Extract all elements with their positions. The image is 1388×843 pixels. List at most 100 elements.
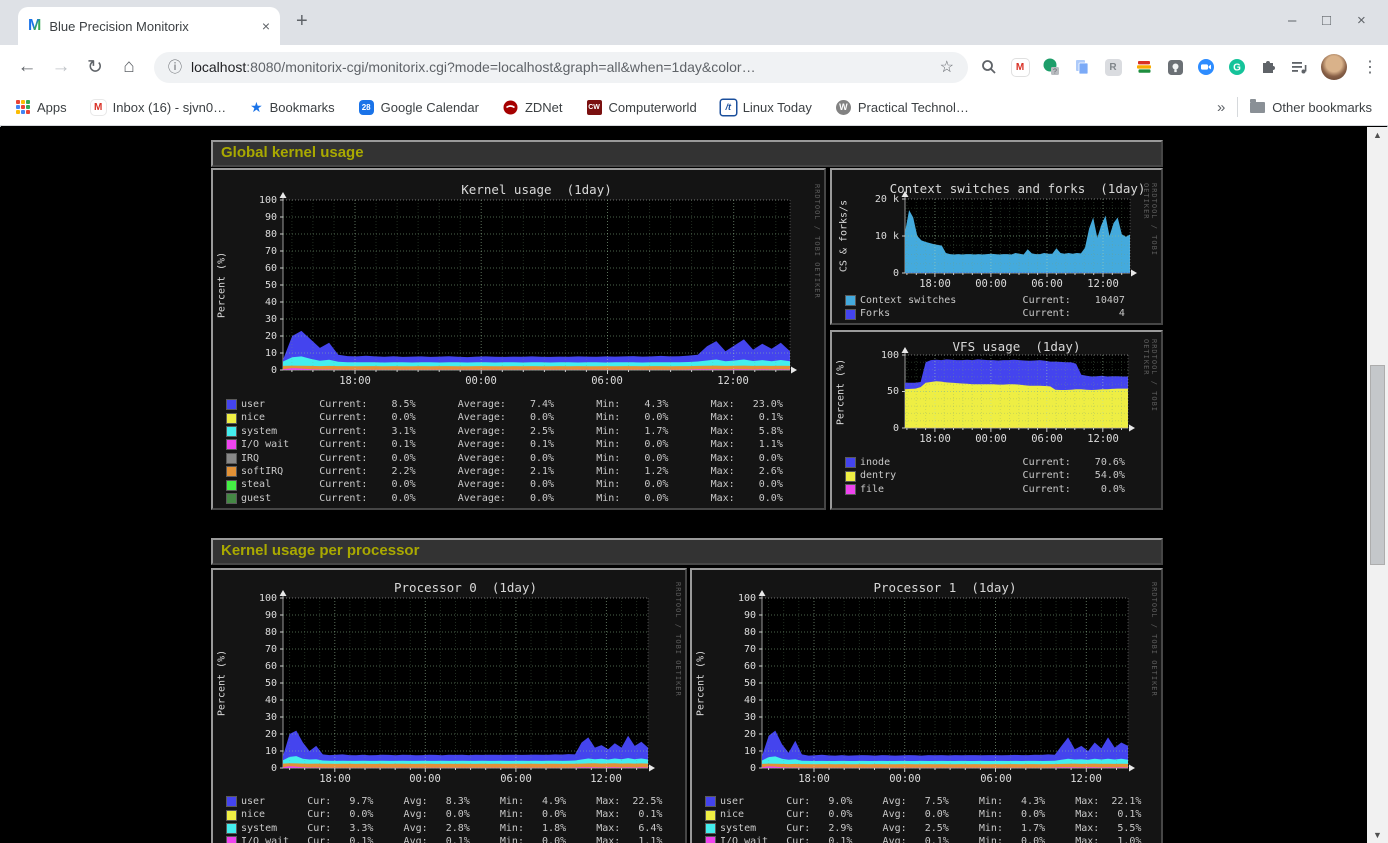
gmail-icon[interactable]: M [1011, 58, 1029, 76]
y-tick-label: 0 [855, 423, 899, 434]
media-queue-icon[interactable] [1290, 58, 1308, 76]
legend-row: Context switches Current: 10407 [846, 294, 1125, 307]
rrdtool-watermark: RRDTOOL / TOBI OETIKER [1150, 582, 1158, 776]
bookmark-linux-today[interactable]: /t Linux Today [721, 100, 812, 115]
y-tick-label: 90 [233, 610, 277, 621]
y-tick-label: 10 [233, 348, 277, 359]
search-icon[interactable] [980, 58, 998, 76]
maximize-button[interactable]: □ [1322, 12, 1331, 29]
processor1-chart[interactable]: Processor 1 (1day)Percent (%)01020304050… [692, 570, 1161, 843]
monitorix-favicon-icon: M [28, 18, 41, 34]
scroll-down-arrow[interactable]: ▼ [1367, 830, 1388, 840]
books-stack-icon[interactable] [1135, 58, 1153, 76]
reload-button[interactable]: ↻ [78, 56, 112, 79]
context-switches-chart[interactable]: Context switches and forks (1day)CS & fo… [832, 170, 1161, 323]
bookmark-google-calendar[interactable]: 28 Google Calendar [359, 100, 479, 115]
copy-pages-icon[interactable] [1073, 58, 1091, 76]
y-tick-label: 70 [233, 644, 277, 655]
computerworld-icon: CW [587, 100, 602, 115]
y-tick-label: 60 [712, 661, 756, 672]
url-text[interactable]: localhost:8080/monitorix-cgi/monitorix.c… [191, 59, 756, 75]
x-tick-label: 00:00 [965, 278, 1017, 290]
chart-title: Kernel usage (1day) [461, 182, 612, 197]
processor0-chart[interactable]: Processor 0 (1day)Percent (%)01020304050… [213, 570, 685, 843]
y-tick-label: 100 [712, 593, 756, 604]
y-tick-label: 30 [712, 712, 756, 723]
grammarly-icon[interactable]: G [1228, 58, 1246, 76]
x-tick-label: 06:00 [581, 375, 633, 387]
zoom-video-icon[interactable] [1197, 58, 1215, 76]
x-tick-label: 18:00 [329, 375, 381, 387]
x-tick-label: 12:00 [707, 375, 759, 387]
y-tick-label: 70 [712, 644, 756, 655]
bookmark-star-icon[interactable]: ☆ [940, 57, 954, 77]
rrdtool-watermark: RRDTOOL / TOBI OETIKER [813, 184, 821, 378]
y-tick-label: 50 [712, 678, 756, 689]
processor1-graph-box: Processor 1 (1day)Percent (%)01020304050… [690, 568, 1163, 843]
y-tick-label: 40 [712, 695, 756, 706]
title-bar: M Blue Precision Monitorix × + – □ × [0, 0, 1388, 45]
y-tick-label: 100 [855, 350, 899, 361]
y-tick-label: 60 [233, 661, 277, 672]
page-scrollbar[interactable]: ▲ ▼ [1367, 127, 1388, 843]
scroll-up-arrow[interactable]: ▲ [1367, 130, 1388, 140]
y-tick-label: 30 [233, 712, 277, 723]
legend-row: Forks Current: 4 [846, 307, 1125, 320]
bookmarks-overflow-chevron[interactable]: » [1217, 99, 1225, 116]
bookmark-apps[interactable]: Apps [16, 100, 67, 115]
new-tab-button[interactable]: + [296, 10, 308, 33]
x-tick-label: 00:00 [965, 433, 1017, 445]
y-tick-label: 50 [233, 280, 277, 291]
close-button[interactable]: × [1357, 12, 1366, 29]
extensions-puzzle-icon[interactable] [1259, 58, 1277, 76]
address-bar[interactable]: ⓘ localhost:8080/monitorix-cgi/monitorix… [154, 52, 968, 83]
x-tick-label: 18:00 [909, 278, 961, 290]
y-tick-label: 90 [233, 212, 277, 223]
browser-tab[interactable]: M Blue Precision Monitorix × [18, 7, 280, 45]
back-button[interactable]: ← [10, 56, 44, 78]
tab-close-icon[interactable]: × [262, 18, 270, 34]
bookmark-practical-technology[interactable]: W Practical Technol… [836, 100, 969, 115]
kernel-usage-chart[interactable]: Kernel usage (1day)Percent (%)0102030405… [213, 170, 824, 508]
browser-menu-icon[interactable]: ⋮ [1362, 57, 1378, 77]
legend-row: nice Cur: 0.0% Avg: 0.0% Min: 0.0% Max: … [227, 808, 662, 821]
y-tick-label: 0 [712, 763, 756, 774]
svg-text:G: G [1233, 63, 1241, 74]
vfs-usage-chart[interactable]: VFS usage (1day)Percent (%)05010018:0000… [832, 332, 1161, 508]
zdnet-icon [503, 100, 518, 115]
home-button[interactable]: ⌂ [112, 56, 146, 78]
section-header-global-kernel: Global kernel usage [211, 140, 1163, 167]
y-tick-label: 50 [233, 678, 277, 689]
other-bookmarks[interactable]: Other bookmarks [1250, 100, 1372, 115]
vfs-usage-graph-box: VFS usage (1day)Percent (%)05010018:0000… [830, 330, 1163, 510]
section-header-per-processor: Kernel usage per processor [211, 538, 1163, 565]
voice-icon[interactable]: ? [1042, 58, 1060, 76]
legend-row: guest Current: 0.0% Average: 0.0% Min: 0… [227, 492, 783, 505]
page-info-icon[interactable]: ⓘ [168, 57, 182, 77]
y-tick-label: 20 [233, 331, 277, 342]
legend-row: dentry Current: 54.0% [846, 469, 1125, 482]
x-tick-label: 18:00 [909, 433, 961, 445]
chart-ylabel: Percent (%) [696, 650, 707, 716]
bookmark-inbox[interactable]: M Inbox (16) - sjvn0… [91, 100, 226, 115]
legend-row: system Current: 3.1% Average: 2.5% Min: … [227, 425, 783, 438]
chart-title: Context switches and forks (1day) [890, 181, 1146, 196]
chart-title: Processor 0 (1day) [394, 580, 537, 595]
profile-avatar[interactable] [1321, 54, 1347, 80]
y-tick-label: 70 [233, 246, 277, 257]
bulb-badge-icon[interactable] [1166, 58, 1184, 76]
bookmark-bookmarks[interactable]: ★ Bookmarks [250, 99, 335, 116]
bookmark-computerworld[interactable]: CW Computerworld [587, 100, 697, 115]
folder-icon [1250, 102, 1265, 113]
forward-button[interactable]: → [44, 56, 78, 78]
bookmark-zdnet[interactable]: ZDNet [503, 100, 563, 115]
minimize-button[interactable]: – [1288, 12, 1296, 29]
x-tick-label: 12:00 [1077, 433, 1129, 445]
chart-legend: inode Current: 70.6%dentry Current: 54.0… [846, 456, 1125, 496]
x-tick-label: 06:00 [1021, 278, 1073, 290]
scrollbar-thumb[interactable] [1370, 365, 1385, 565]
legend-row: I/O wait Current: 0.1% Average: 0.1% Min… [227, 438, 783, 451]
x-tick-label: 00:00 [879, 773, 931, 785]
r-extension-icon[interactable]: R [1104, 58, 1122, 76]
rrdtool-watermark: RRDTOOL / TOBI OETIKER [1142, 183, 1158, 281]
